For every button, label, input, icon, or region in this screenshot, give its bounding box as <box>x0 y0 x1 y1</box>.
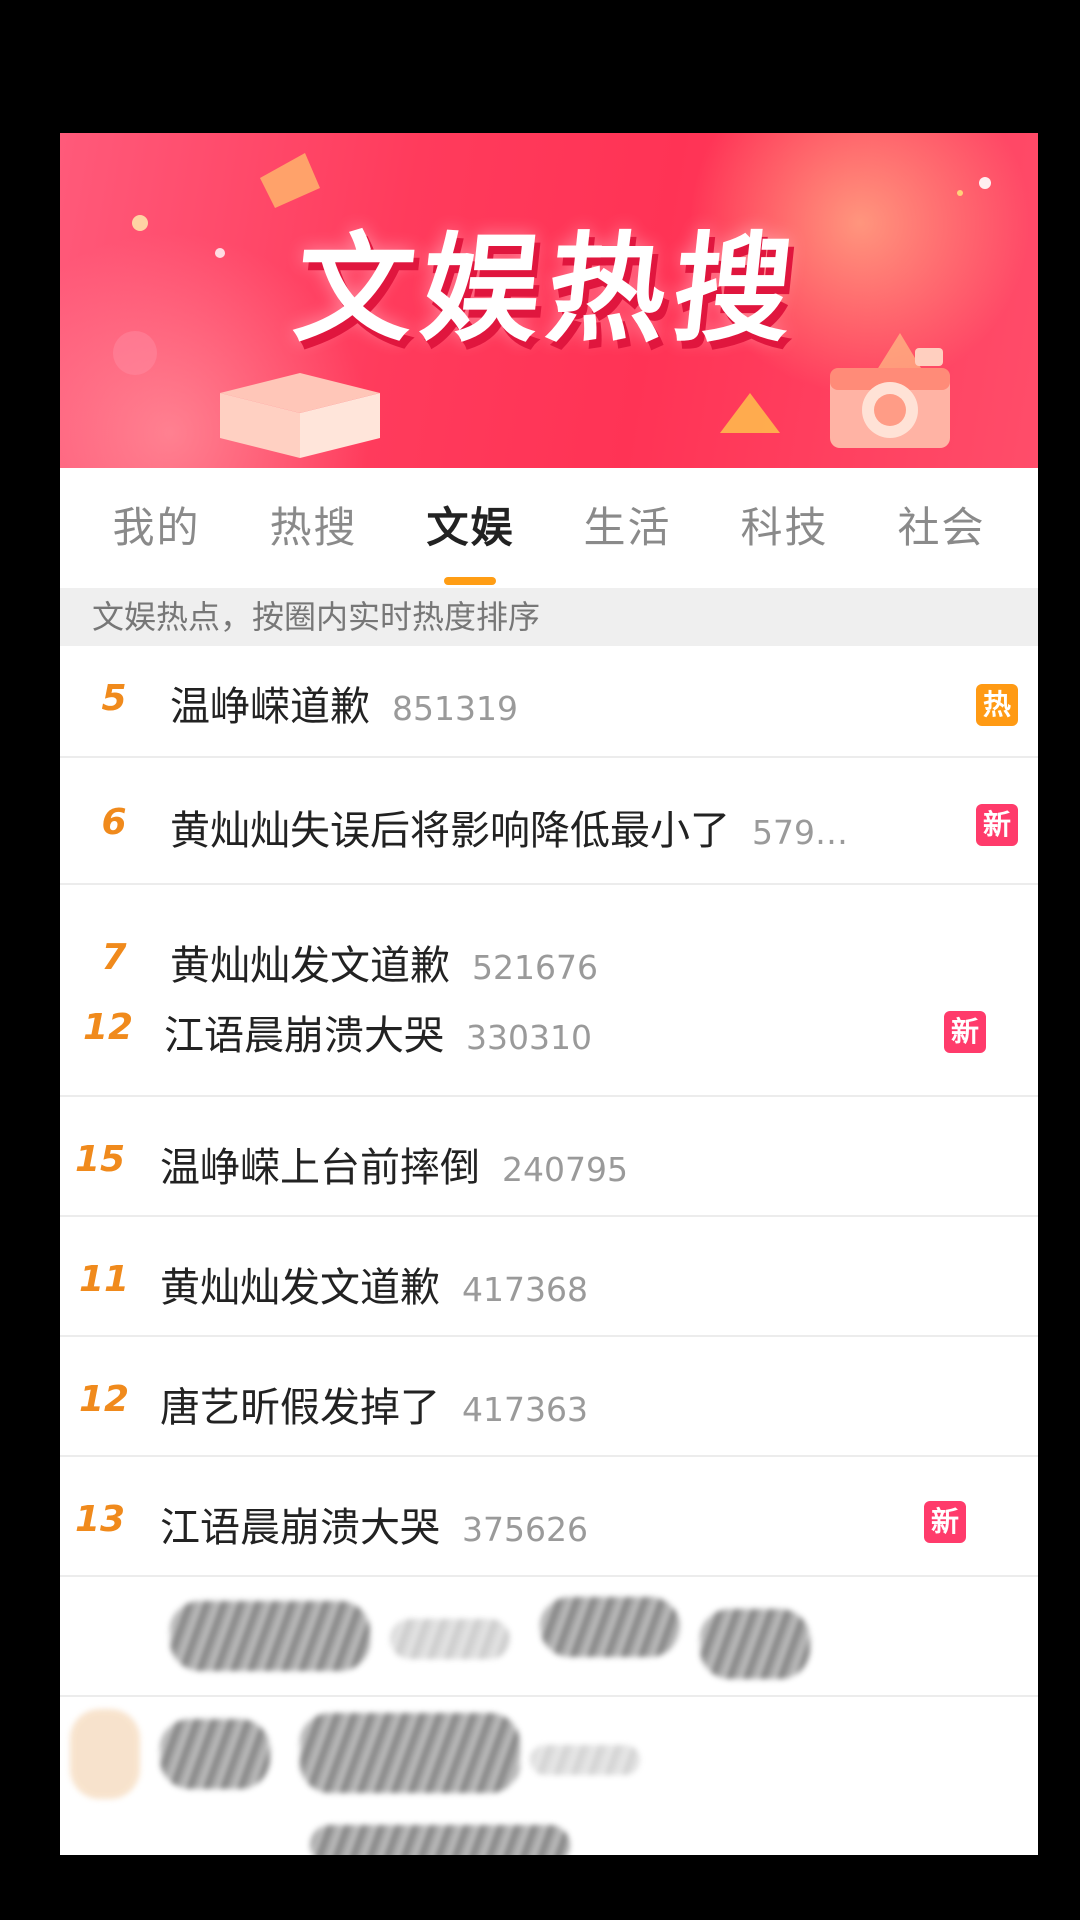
list-item[interactable]: 12 唐艺昕假发掉了 417363 <box>60 1339 1038 1457</box>
redacted-list-item <box>60 1579 1038 1697</box>
rank-number: 13 <box>74 1499 126 1540</box>
topic-text: 黄灿灿失误后将影响降低最小了 <box>170 808 730 854</box>
rank-number: 15 <box>74 1139 126 1180</box>
redaction-scribble <box>530 1745 640 1775</box>
topic-text: 唐艺昕假发掉了 <box>160 1385 440 1431</box>
heat-count: 417368 <box>462 1270 588 1309</box>
redaction-scribble <box>540 1597 680 1657</box>
rank-number: 11 <box>78 1259 130 1300</box>
rank-number: 7 <box>101 937 127 978</box>
list-item[interactable]: 7 黄灿灿发文道歉 521676 <box>60 887 1038 989</box>
rank-number: 12 <box>82 1007 134 1048</box>
heat-count: 375626 <box>462 1510 588 1549</box>
hot-search-card: 文娱热搜 我的 热搜 文娱 生活 科技 社会 文娱热点，按圈内实时热度排序 5 … <box>60 133 1038 1855</box>
list-item[interactable]: 11 黄灿灿发文道歉 417368 <box>60 1219 1038 1337</box>
book-icon <box>220 373 380 458</box>
redaction-scribble <box>310 1825 570 1855</box>
tab-entertainment[interactable]: 文娱 <box>422 494 518 585</box>
redaction-scribble <box>170 1601 370 1671</box>
list-item[interactable]: 5 温峥嵘道歉 851319 热 <box>60 646 1038 758</box>
heat-count: 579… <box>752 813 848 852</box>
rank-number: 12 <box>78 1379 130 1420</box>
redacted-list-item <box>60 1699 1038 1817</box>
banner-title: 文娱热搜 <box>288 220 808 358</box>
new-badge: 新 <box>976 804 1018 846</box>
topic-text: 黄灿灿发文道歉 <box>160 1265 440 1311</box>
redaction-scribble <box>390 1619 510 1659</box>
redaction-scribble <box>700 1609 810 1679</box>
tab-hot-search[interactable]: 热搜 <box>265 494 361 555</box>
category-tabs: 我的 热搜 文娱 生活 科技 社会 <box>60 468 1038 585</box>
topic-text: 温峥嵘道歉 <box>170 684 370 730</box>
redacted-list-item <box>60 1819 1038 1855</box>
topic-title: 黄灿灿发文道歉 417368 <box>160 1255 588 1313</box>
list-description: 文娱热点，按圈内实时热度排序 <box>60 588 1038 646</box>
topic-title: 唐艺昕假发掉了 417363 <box>160 1375 588 1433</box>
new-badge: 新 <box>924 1501 966 1543</box>
redaction-scribble <box>70 1709 140 1799</box>
list-item[interactable]: 12 江语晨崩溃大哭 330310 新 <box>60 977 1038 1097</box>
topic-text: 江语晨崩溃大哭 <box>160 1505 440 1551</box>
heat-count: 851319 <box>392 689 518 728</box>
tab-tech[interactable]: 科技 <box>736 494 832 555</box>
list-item[interactable]: 15 温峥嵘上台前摔倒 240795 <box>60 1099 1038 1217</box>
heat-count: 417363 <box>462 1390 588 1429</box>
topic-text: 温峥嵘上台前摔倒 <box>160 1145 480 1191</box>
banner: 文娱热搜 <box>60 133 1038 468</box>
heat-count: 240795 <box>502 1150 628 1189</box>
topic-title: 温峥嵘道歉 851319 <box>170 674 518 732</box>
topic-text: 江语晨崩溃大哭 <box>164 1013 444 1059</box>
tab-society[interactable]: 社会 <box>893 494 989 555</box>
tab-life[interactable]: 生活 <box>579 494 675 555</box>
hot-badge: 热 <box>976 684 1018 726</box>
new-badge: 新 <box>944 1011 986 1053</box>
rank-number: 5 <box>101 678 127 719</box>
heat-count: 330310 <box>466 1018 592 1057</box>
redaction-scribble <box>160 1719 270 1789</box>
redaction-scribble <box>300 1713 520 1793</box>
rank-number: 6 <box>101 802 127 843</box>
list-item[interactable]: 13 江语晨崩溃大哭 375626 新 <box>60 1459 1038 1577</box>
topic-title: 江语晨崩溃大哭 330310 <box>164 1003 592 1061</box>
tab-mine[interactable]: 我的 <box>108 494 204 555</box>
list-item[interactable]: 6 黄灿灿失误后将影响降低最小了 579… 新 <box>60 760 1038 885</box>
topic-title: 江语晨崩溃大哭 375626 <box>160 1495 588 1553</box>
topic-title: 黄灿灿失误后将影响降低最小了 579… <box>170 798 848 856</box>
topic-title: 温峥嵘上台前摔倒 240795 <box>160 1135 628 1193</box>
